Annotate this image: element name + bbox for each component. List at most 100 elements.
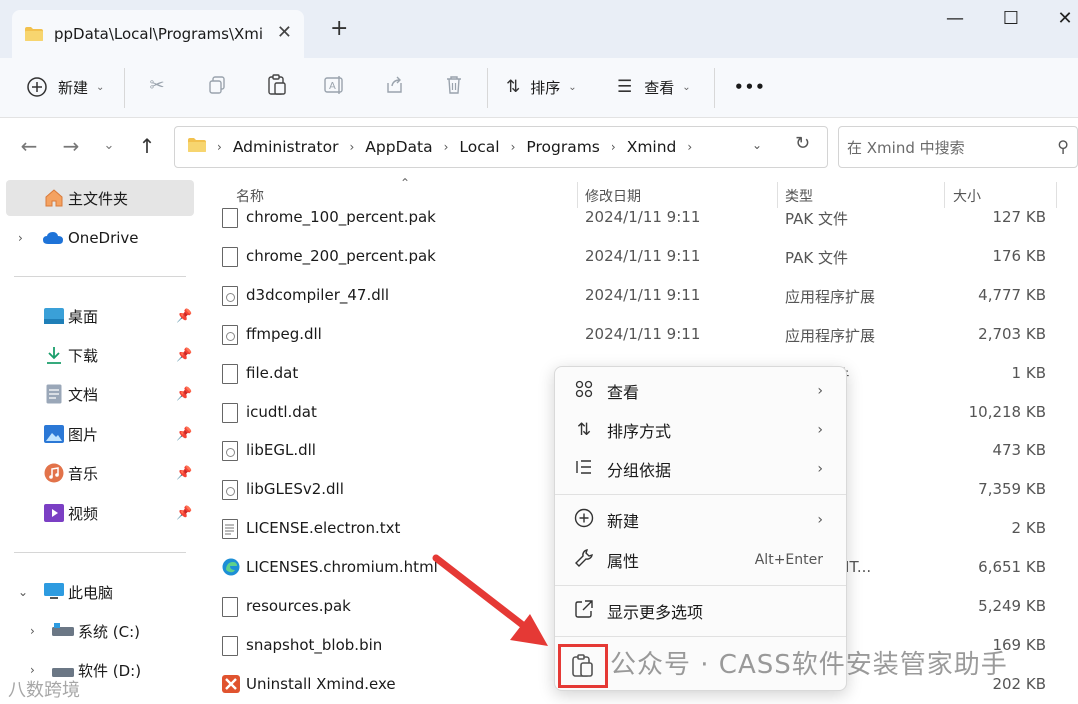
pin-icon[interactable]: 📌 (176, 309, 192, 324)
sidebar-item-drive-c[interactable]: › 系统 (C:) (0, 613, 196, 649)
new-tab-button[interactable]: + (330, 16, 348, 41)
menu-item-new[interactable]: 新建 › (561, 501, 841, 539)
breadcrumb-appdata[interactable]: AppData (365, 138, 432, 156)
sidebar-item-label: 系统 (C:) (78, 622, 140, 641)
more-options-button[interactable]: ••• (734, 70, 766, 104)
sidebar-item-desktop[interactable]: 桌面 📌 (0, 298, 196, 334)
breadcrumb-xmind[interactable]: Xmind (627, 138, 677, 156)
menu-item-more-options[interactable]: 显示更多选项 (561, 592, 841, 630)
file-icon (222, 208, 238, 228)
pin-icon[interactable]: 📌 (176, 387, 192, 402)
up-arrow-icon[interactable]: ↑ (134, 134, 160, 158)
chevron-down-icon: ⌄ (682, 81, 691, 93)
sort-ascending-icon: ⌃ (400, 176, 411, 190)
chevron-right-icon[interactable]: › (30, 624, 35, 638)
share-icon[interactable] (382, 72, 408, 98)
table-row[interactable]: chrome_200_percent.pak 2024/1/11 9:11 PAK … (196, 237, 1078, 276)
video-icon (44, 504, 64, 524)
divider (555, 494, 846, 495)
sort-button[interactable]: ⇅ 排序 ⌄ (506, 70, 577, 104)
command-bar: 新建 ⌄ ✂ A ⇅ 排序 ⌄ ☰ 查看 ⌄ ••• (0, 58, 1078, 118)
home-icon (44, 188, 64, 208)
recent-locations-icon[interactable]: ⌄ (96, 138, 122, 153)
table-row[interactable]: ffmpeg.dll 2024/1/11 9:11 应用程序扩展 2,703 KB (196, 315, 1078, 354)
file-size: 1 KB (1011, 363, 1046, 382)
sidebar-item-videos[interactable]: 视频 📌 (0, 495, 196, 531)
breadcrumb-administrator[interactable]: Administrator (233, 138, 339, 156)
sidebar-item-music[interactable]: 音乐 📌 (0, 455, 196, 491)
view-list-icon: ☰ (617, 77, 633, 97)
pin-icon[interactable]: 📌 (176, 427, 192, 442)
search-icon[interactable]: ⚲ (1057, 137, 1069, 156)
sidebar-item-downloads[interactable]: 下载 📌 (0, 337, 196, 373)
computer-icon (44, 583, 64, 603)
rename-icon[interactable]: A (322, 72, 348, 98)
breadcrumb-local[interactable]: Local (459, 138, 499, 156)
title-bar: ppData\Local\Programs\Xmind ✕ + — ☐ ✕ (0, 0, 1078, 58)
chevron-right-icon: › (610, 140, 616, 154)
file-date: 2024/1/11 9:11 (585, 324, 701, 343)
view-button[interactable]: ☰ 查看 ⌄ (617, 70, 691, 104)
tab-xmind[interactable]: ppData\Local\Programs\Xmind ✕ (12, 10, 304, 58)
divider (555, 636, 846, 637)
file-name: chrome_200_percent.pak (246, 246, 436, 265)
sidebar-item-documents[interactable]: 文档 📌 (0, 376, 196, 412)
file-size: 7,359 KB (978, 480, 1046, 499)
drive-icon (52, 623, 74, 643)
chevron-right-icon[interactable]: › (18, 231, 23, 245)
menu-item-label: 分组依据 (607, 461, 672, 480)
maximize-button[interactable]: ☐ (996, 8, 1026, 29)
breadcrumb-programs[interactable]: Programs (526, 138, 599, 156)
cloud-icon (42, 230, 63, 250)
sidebar-item-label: 音乐 (68, 464, 99, 483)
chevron-right-icon[interactable]: › (30, 663, 35, 677)
paste-icon[interactable] (264, 72, 290, 98)
chevron-down-icon[interactable]: ⌄ (18, 585, 28, 599)
paste-button-highlighted[interactable] (558, 644, 608, 688)
close-window-button[interactable]: ✕ (1050, 8, 1078, 29)
wrench-icon (573, 548, 595, 573)
table-row[interactable]: d3dcompiler_47.dll 2024/1/11 9:11 应用程序扩展 4,… (196, 276, 1078, 315)
sidebar-item-pictures[interactable]: 图片 📌 (0, 416, 196, 452)
sidebar-item-label: OneDrive (68, 229, 139, 247)
minimize-button[interactable]: — (940, 8, 970, 29)
pin-icon[interactable]: 📌 (176, 506, 192, 521)
address-bar[interactable]: › Administrator › AppData › Local › Prog… (174, 126, 828, 168)
sidebar-item-onedrive[interactable]: › OneDrive (0, 220, 196, 256)
watermark-text: 公众号 · CASS软件安装管家助手 (610, 650, 1008, 680)
chevron-right-icon: › (817, 383, 823, 399)
pin-icon[interactable]: 📌 (176, 466, 192, 481)
file-name: icudtl.dat (246, 402, 317, 421)
picture-icon (44, 425, 64, 445)
folder-icon (187, 137, 207, 157)
tab-close-icon[interactable]: ✕ (277, 22, 292, 43)
menu-item-view[interactable]: 查看 › (561, 372, 841, 410)
search-box[interactable]: 在 Xmind 中搜索 ⚲ (838, 126, 1078, 168)
sidebar-item-label: 视频 (68, 504, 99, 523)
menu-item-properties[interactable]: 属性 Alt+Enter (561, 541, 841, 579)
view-button-label: 查看 (644, 78, 675, 97)
pin-icon[interactable]: 📌 (176, 348, 192, 363)
group-list-icon (573, 458, 595, 481)
chevron-right-icon: › (687, 140, 693, 154)
context-menu: 查看 › ⇅ 排序方式 › 分组依据 › 新建 › 属性 Alt+Enter 显… (554, 366, 847, 691)
menu-item-sort[interactable]: ⇅ 排序方式 › (561, 411, 841, 449)
file-icon (222, 363, 238, 384)
file-name: file.dat (246, 363, 299, 382)
document-icon (46, 384, 66, 404)
refresh-icon[interactable]: ↻ (795, 133, 810, 154)
menu-item-group[interactable]: 分组依据 › (561, 450, 841, 488)
sidebar-item-home[interactable]: 主文件夹 (6, 180, 194, 216)
table-row[interactable]: chrome_100_percent.pak 2024/1/11 9:11 PAK … (196, 198, 1078, 237)
delete-icon[interactable] (441, 72, 467, 98)
address-dropdown-icon[interactable]: ⌄ (752, 138, 762, 152)
back-arrow-icon[interactable]: ← (16, 134, 42, 158)
file-name: LICENSES.chromium.html (246, 558, 438, 577)
search-placeholder: 在 Xmind 中搜索 (847, 138, 965, 157)
copy-icon[interactable] (204, 72, 230, 98)
cut-icon[interactable]: ✂ (144, 72, 170, 98)
plus-circle-icon (27, 77, 47, 97)
forward-arrow-icon[interactable]: → (58, 134, 84, 158)
sidebar-item-this-pc[interactable]: ⌄ 此电脑 (0, 574, 196, 610)
new-button[interactable]: 新建 ⌄ (26, 70, 104, 104)
